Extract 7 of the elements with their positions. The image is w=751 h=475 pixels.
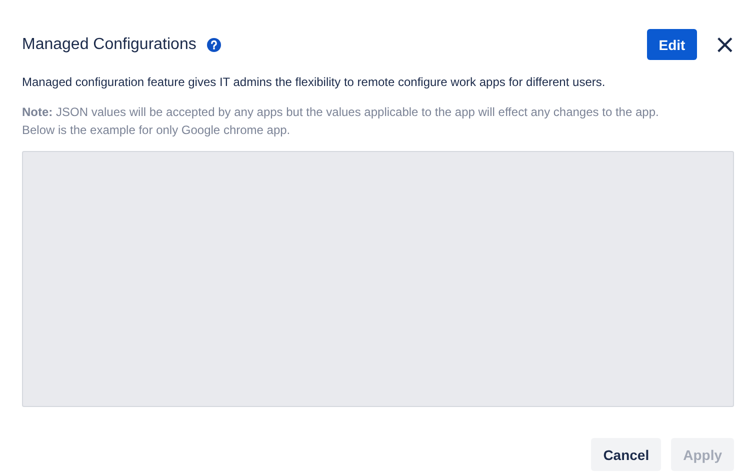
- close-button[interactable]: ×: [714, 32, 734, 58]
- description-text: Managed configuration feature gives IT admins the flexibility to remote configure work apps for different users.: [22, 75, 606, 89]
- dialog-title: Managed Configurations: [22, 36, 196, 54]
- note-text: Note: JSON values will be accepted by any apps but the values applicable to the app will effect any changes to the app. Below is the example for only Google chrome app.: [22, 104, 660, 139]
- edit-button[interactable]: Edit: [647, 29, 697, 60]
- cancel-button[interactable]: Cancel: [591, 438, 662, 471]
- help-icon[interactable]: [207, 38, 222, 52]
